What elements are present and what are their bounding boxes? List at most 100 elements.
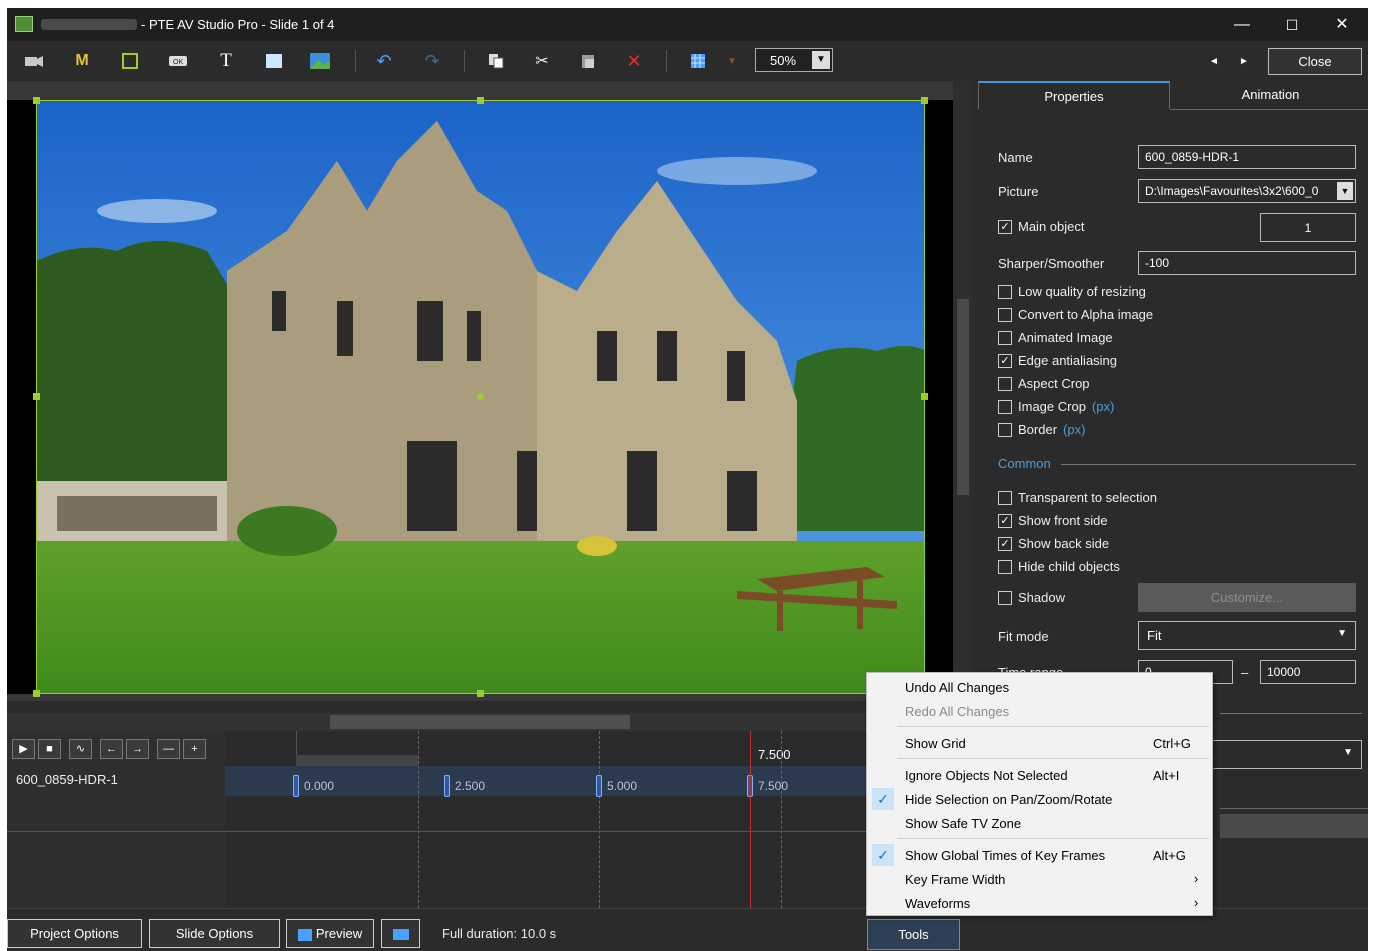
tools-context-menu: Undo All Changes Redo All Changes Show G… [866,672,1213,916]
checkbox-animated[interactable]: Animated Image [998,330,1113,345]
checkbox-checked-icon: ✓ [998,219,1012,234]
camera-icon[interactable] [19,48,49,74]
dropdown-icon[interactable]: ▼ [717,48,747,74]
toolbar: M OK T ↶ ↷ ✂ ✕ ▼ 50% ▼ ◄ ► Close [7,41,1368,81]
timeline-object-name[interactable]: 600_0859-HDR-1 [16,772,118,787]
checkbox-transparent[interactable]: Transparent to selection [998,490,1157,505]
playhead[interactable] [750,731,751,908]
next-slide-button[interactable]: ► [1229,48,1259,74]
menu-item-key-frame-width[interactable]: Key Frame Width › [867,867,1212,891]
menu-item-global-times[interactable]: ✓ Show Global Times of Key Frames Alt+G [867,843,1212,867]
canvas-horizontal-scrollbar[interactable] [7,713,869,731]
grid-icon[interactable] [683,48,713,74]
paste-icon[interactable] [573,48,603,74]
checkbox-antialiasing[interactable]: ✓ Edge antialiasing [998,353,1117,368]
checkbox-back-side[interactable]: ✓ Show back side [998,536,1109,551]
scrollbar-thumb[interactable] [330,715,630,729]
chevron-down-icon[interactable]: ▼ [812,51,830,69]
title-bar: - PTE AV Studio Pro - Slide 1 of 4 — ☐ ✕ [7,8,1368,41]
scrollbar-thumb[interactable] [957,299,969,495]
center-handle[interactable] [477,393,484,400]
checkbox-front-side[interactable]: ✓ Show front side [998,513,1108,528]
tab-animation[interactable]: Animation [1173,81,1368,109]
preview-button[interactable]: Preview [286,919,374,948]
undo-icon[interactable]: ↶ [369,48,399,74]
timeline[interactable]: ▶ ■ ∿ ← → — + 7.500 600_0859-HDR-1 0.000… [7,731,869,908]
keyframe-time: 5.000 [607,779,638,793]
menu-item-redo-all[interactable]: Redo All Changes [867,699,1212,723]
zoom-select[interactable]: 50% ▼ [755,48,833,72]
remove-keyframe-button[interactable]: — [157,739,180,759]
fullscreen-preview-button[interactable] [381,919,420,948]
delete-icon[interactable]: ✕ [619,48,649,74]
add-keyframe-button[interactable]: + [183,739,206,759]
resize-handle-nw[interactable] [33,97,40,104]
main-object-number[interactable]: 1 [1260,213,1356,242]
copy-icon[interactable] [481,48,511,74]
checkbox-border[interactable]: Border (px) [998,422,1085,437]
resize-handle-n[interactable] [477,97,484,104]
redo-icon[interactable]: ↷ [417,48,447,74]
slide-options-button[interactable]: Slide Options [149,919,280,948]
play-button[interactable]: ▶ [12,739,35,759]
customize-button[interactable]: Customize... [1138,583,1356,612]
canvas-vertical-scrollbar[interactable] [953,81,973,701]
close-button[interactable]: Close [1268,48,1362,75]
text-icon[interactable]: T [211,48,241,74]
app-icon [15,16,33,32]
name-field[interactable]: 600_0859-HDR-1 [1138,145,1356,169]
sharper-label: Sharper/Smoother [998,256,1105,271]
tools-button[interactable]: Tools [867,919,960,950]
resize-handle-ne[interactable] [921,97,928,104]
keyframe-marker[interactable] [293,775,299,797]
menu-item-show-grid[interactable]: Show Grid Ctrl+G [867,731,1212,755]
minimize-button[interactable]: — [1222,12,1262,38]
menu-item-ignore-objects[interactable]: Ignore Objects Not Selected Alt+I [867,763,1212,787]
checkbox-hide-child[interactable]: Hide child objects [998,559,1120,574]
redacted-project-name [41,19,137,30]
tab-properties[interactable]: Properties [978,81,1170,109]
checkmark-icon: ✓ [872,788,894,810]
sharper-field[interactable]: -100 [1138,251,1356,275]
chevron-right-icon: › [1194,895,1199,910]
window-title: - PTE AV Studio Pro - Slide 1 of 4 [141,17,335,32]
menu-item-hide-selection[interactable]: ✓ Hide Selection on Pan/Zoom/Rotate [867,787,1212,811]
keyframe-marker[interactable] [444,775,450,797]
resize-handle-s[interactable] [477,690,484,697]
chevron-down-icon[interactable]: ▼ [1337,182,1353,200]
zoom-value: 50% [770,53,797,68]
partially-hidden-select[interactable]: ▼ [1212,740,1362,769]
cut-icon[interactable]: ✂ [527,48,557,74]
resize-handle-e[interactable] [921,393,928,400]
checkbox-shadow[interactable]: Shadow [998,590,1065,605]
checkbox-alpha[interactable]: Convert to Alpha image [998,307,1153,322]
checkbox-low-quality[interactable]: Low quality of resizing [998,284,1146,299]
menu-item-waveforms[interactable]: Waveforms › [867,891,1212,915]
main-object-checkbox[interactable]: ✓ Main object [998,219,1084,234]
rectangle-icon[interactable] [259,48,289,74]
picture-field[interactable]: D:\Images\Favourites\3x2\600_0 ▼ [1138,179,1356,203]
mask-icon[interactable]: M [67,48,97,74]
resize-handle-w[interactable] [33,393,40,400]
time-range-to[interactable]: 10000 [1260,660,1356,684]
keyframe-marker[interactable] [596,775,602,797]
next-keyframe-button[interactable]: → [126,739,149,759]
checkbox-aspect-crop[interactable]: Aspect Crop [998,376,1090,391]
image-icon[interactable] [305,48,335,74]
maximize-button[interactable]: ☐ [1272,12,1312,38]
waveform-button[interactable]: ∿ [69,739,92,759]
previous-slide-button[interactable]: ◄ [1199,48,1229,74]
menu-item-safe-tv-zone[interactable]: Show Safe TV Zone [867,811,1212,835]
resize-handle-sw[interactable] [33,690,40,697]
checkbox-image-crop[interactable]: Image Crop (px) [998,399,1114,414]
ruler-time-label: 7.500 [758,747,791,762]
preview-canvas[interactable] [7,81,959,701]
frame-icon[interactable] [115,48,145,74]
button-icon[interactable]: OK [163,48,193,74]
stop-button[interactable]: ■ [38,739,61,759]
close-window-button[interactable]: ✕ [1322,12,1362,38]
project-options-button[interactable]: Project Options [7,919,142,948]
fit-mode-select[interactable]: Fit ▼ [1138,621,1356,650]
prev-keyframe-button[interactable]: ← [100,739,123,759]
menu-item-undo-all[interactable]: Undo All Changes [867,675,1212,699]
